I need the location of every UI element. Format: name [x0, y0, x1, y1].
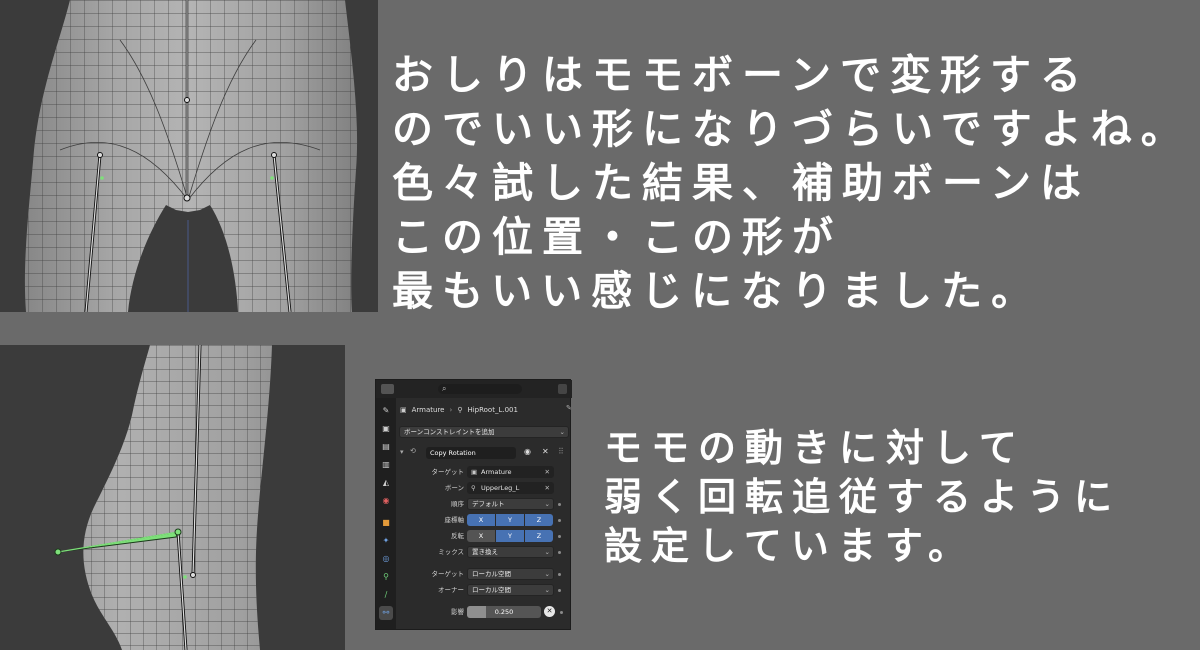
drag-handle-icon[interactable]: ⠿ — [558, 447, 564, 456]
axis-x-toggle[interactable]: X — [467, 514, 495, 526]
viewport-front-hips[interactable] — [0, 0, 378, 312]
panel-content: ▣ Armature › ⚲ HipRoot_L.001 ✎ ボーンコンストレイ… — [396, 398, 572, 629]
keyframe-dot[interactable] — [558, 503, 561, 506]
invert-toggles: X Y Z — [467, 530, 553, 542]
hips-mesh-side — [0, 345, 345, 650]
panel-header: ⌕ — [376, 380, 572, 398]
owner-space-dropdown[interactable]: ローカル空間 ⌄ — [467, 584, 554, 596]
clear-bone-icon[interactable]: ✕ — [545, 482, 550, 494]
breadcrumb-object: Armature — [411, 406, 445, 414]
add-bone-constraint-dropdown[interactable]: ボーンコンストレイントを追加 ⌄ — [399, 426, 569, 438]
influence-value: 0.250 — [494, 608, 514, 616]
influence-slider[interactable]: 0.250 — [467, 606, 541, 618]
invert-z-toggle[interactable]: Z — [525, 530, 553, 542]
caption-top-line-4: この位置・この形が — [392, 213, 842, 261]
view-layer-tab-icon[interactable]: ▥ — [379, 458, 393, 472]
mix-value: 置き換え — [472, 548, 498, 556]
object-tab-icon[interactable]: ■ — [379, 516, 393, 530]
constraint-header: ▾ ⟲ Copy Rotation ◉ ✕ ⠿ — [396, 446, 570, 460]
world-tab-icon[interactable]: ◉ — [379, 494, 393, 508]
chevron-down-icon: ⌄ — [544, 570, 550, 578]
scene-tab-icon[interactable]: ◭ — [379, 476, 393, 490]
search-input[interactable]: ⌕ — [438, 384, 522, 394]
chevron-right-icon: › — [449, 406, 453, 414]
invert-x-toggle[interactable]: X — [467, 530, 495, 542]
collapse-arrow-icon[interactable]: ▾ — [400, 448, 404, 456]
caption-top-line-2: のでいい形になりづらいですよね。 — [392, 105, 1191, 153]
keyframe-dot[interactable] — [560, 611, 563, 614]
axis-z-toggle[interactable]: Z — [525, 514, 553, 526]
caption-top-line-3: 色々試した結果、補助ボーンは — [392, 159, 1090, 207]
chevron-down-icon: ⌄ — [544, 586, 550, 594]
disable-keep-temp-icon[interactable]: ✕ — [544, 606, 555, 617]
bone-tab-icon[interactable]: ∕ — [379, 588, 393, 602]
caption-bottom: モモの動きに対して 弱く回転追従するように 設定しています。 — [604, 424, 1121, 571]
render-tab-icon[interactable]: ▣ — [379, 422, 393, 436]
target-space-label: ターゲット — [431, 570, 465, 578]
keyframe-dot[interactable] — [558, 551, 561, 554]
armature-icon: ▣ — [471, 468, 478, 476]
order-label: 順序 — [451, 500, 464, 508]
caption-top-line-5: 最もいい感じになりました。 — [392, 267, 1042, 315]
constraint-name-field[interactable]: Copy Rotation — [426, 447, 516, 459]
breadcrumb-bone: HipRoot_L.001 — [467, 406, 518, 414]
keyframe-dot[interactable] — [558, 573, 561, 576]
bone-field[interactable]: ⚲ UpperLeg_L ✕ — [467, 482, 554, 494]
close-icon[interactable]: ✕ — [542, 447, 549, 456]
physics-tab-icon[interactable]: ◎ — [379, 552, 393, 566]
caption-bottom-line-1: モモの動きに対して — [604, 426, 1026, 470]
caption-top: おしりはモモボーンで変形する のでいい形になりづらいですよね。 色々試した結果、… — [392, 48, 1191, 318]
tool-tab-icon[interactable]: ✎ — [379, 404, 393, 418]
bone-label: ボーン — [444, 484, 464, 492]
bone-constraint-properties-panel: ⌕ ✎ ▣ ▤ ▥ ◭ ◉ ■ ✦ ◎ ⚲ ∕ ⚯ ▣ Armature › ⚲… — [375, 379, 572, 630]
armature-icon: ▣ — [400, 406, 407, 414]
owner-space-value: ローカル空間 — [472, 586, 511, 594]
target-value: Armature — [481, 468, 512, 476]
chevron-down-icon: ⌄ — [559, 428, 565, 436]
axis-label: 座標軸 — [444, 516, 465, 524]
bone-constraint-tab-icon[interactable]: ⚯ — [379, 606, 393, 620]
object-data-tab-icon[interactable]: ⚲ — [379, 570, 393, 584]
target-space-value: ローカル空間 — [472, 570, 511, 578]
mix-label: ミックス — [438, 548, 464, 556]
axis-toggles: X Y Z — [467, 514, 553, 526]
axis-y-toggle[interactable]: Y — [496, 514, 524, 526]
keyframe-dot[interactable] — [558, 519, 561, 522]
options-button[interactable] — [558, 384, 567, 394]
keyframe-dot[interactable] — [558, 535, 561, 538]
caption-bottom-line-3: 設定しています。 — [604, 524, 976, 568]
properties-tabs: ✎ ▣ ▤ ▥ ◭ ◉ ■ ✦ ◎ ⚲ ∕ ⚯ — [376, 398, 396, 629]
hips-mesh-front — [0, 0, 378, 312]
caption-bottom-line-2: 弱く回転追従するように — [604, 475, 1122, 519]
search-icon: ⌕ — [442, 384, 447, 393]
invert-y-toggle[interactable]: Y — [496, 530, 524, 542]
order-value: デフォルト — [472, 500, 505, 508]
target-space-dropdown[interactable]: ローカル空間 ⌄ — [467, 568, 554, 580]
bone-icon: ⚲ — [471, 484, 476, 492]
order-dropdown[interactable]: デフォルト ⌄ — [467, 498, 554, 510]
keyframe-dot[interactable] — [558, 589, 561, 592]
pin-icon[interactable]: ✎ — [566, 404, 572, 412]
breadcrumb: ▣ Armature › ⚲ HipRoot_L.001 ✎ — [400, 404, 572, 416]
mix-dropdown[interactable]: 置き換え ⌄ — [467, 546, 554, 558]
owner-space-label: オーナー — [438, 586, 464, 594]
clear-target-icon[interactable]: ✕ — [545, 466, 550, 478]
chevron-down-icon: ⌄ — [544, 500, 550, 508]
invert-label: 反転 — [451, 532, 464, 540]
bone-value: UpperLeg_L — [481, 484, 520, 492]
caption-top-line-1: おしりはモモボーンで変形する — [392, 51, 1090, 99]
output-tab-icon[interactable]: ▤ — [379, 440, 393, 454]
editor-type-button[interactable] — [381, 384, 394, 394]
influence-label: 影響 — [451, 608, 464, 616]
chevron-down-icon: ⌄ — [544, 548, 550, 556]
target-field[interactable]: ▣ Armature ✕ — [467, 466, 554, 478]
modifier-tab-icon[interactable]: ✦ — [379, 534, 393, 548]
add-bone-constraint-label: ボーンコンストレイントを追加 — [404, 428, 495, 436]
copy-rotation-icon: ⟲ — [410, 447, 416, 455]
target-label: ターゲット — [431, 468, 465, 476]
bone-icon: ⚲ — [457, 406, 463, 414]
viewport-side-hips[interactable] — [0, 345, 345, 650]
eye-icon[interactable]: ◉ — [524, 447, 531, 456]
